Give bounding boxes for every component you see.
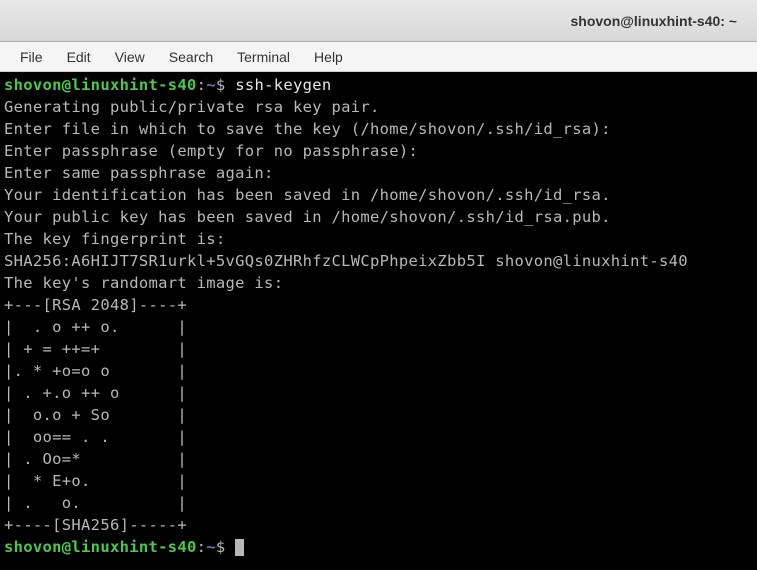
output-line: | . o. | [4, 494, 187, 512]
output-line: Generating public/private rsa key pair. [4, 98, 380, 116]
output-line: Enter same passphrase again: [4, 164, 274, 182]
titlebar: shovon@linuxhint-s40: ~ [0, 0, 757, 42]
output-line: +----[SHA256]-----+ [4, 516, 187, 534]
prompt-dollar: $ [216, 538, 226, 556]
output-line: SHA256:A6HIJT7SR1urkl+5vGQs0ZHRhfzCLWCpP… [4, 252, 688, 270]
output-line: | . o ++ o. | [4, 318, 187, 336]
menu-edit[interactable]: Edit [57, 45, 101, 69]
prompt-dollar: $ [216, 76, 226, 94]
output-line: +---[RSA 2048]----+ [4, 296, 187, 314]
output-line: | . Oo=* | [4, 450, 187, 468]
menu-search[interactable]: Search [159, 45, 223, 69]
prompt-sep: : [197, 76, 207, 94]
output-line: | . +.o ++ o | [4, 384, 187, 402]
output-line: Your public key has been saved in /home/… [4, 208, 611, 226]
output-line: | + = ++=+ | [4, 340, 187, 358]
output-line: Your identification has been saved in /h… [4, 186, 611, 204]
output-line: The key fingerprint is: [4, 230, 226, 248]
command-input [226, 76, 236, 94]
prompt-path: ~ [206, 538, 216, 556]
output-line: | o.o + So | [4, 406, 187, 424]
output-line: Enter file in which to save the key (/ho… [4, 120, 611, 138]
menu-help[interactable]: Help [304, 45, 353, 69]
command-text: ssh-keygen [235, 76, 331, 94]
menubar: File Edit View Search Terminal Help [0, 42, 757, 72]
prompt-sep: : [197, 538, 207, 556]
output-line: |. * +o=o o | [4, 362, 187, 380]
prompt-user: shovon@linuxhint-s40 [4, 76, 197, 94]
output-line: | * E+o. | [4, 472, 187, 490]
output-line: | oo== . . | [4, 428, 187, 446]
output-line: The key's randomart image is: [4, 274, 283, 292]
output-line: Enter passphrase (empty for no passphras… [4, 142, 418, 160]
prompt-path: ~ [206, 76, 216, 94]
menu-file[interactable]: File [10, 45, 53, 69]
window-title: shovon@linuxhint-s40: ~ [570, 13, 737, 29]
menu-terminal[interactable]: Terminal [227, 45, 300, 69]
cursor [235, 539, 244, 556]
menu-view[interactable]: View [105, 45, 155, 69]
prompt-user: shovon@linuxhint-s40 [4, 538, 197, 556]
terminal-area[interactable]: shovon@linuxhint-s40:~$ ssh-keygen Gener… [0, 72, 757, 570]
